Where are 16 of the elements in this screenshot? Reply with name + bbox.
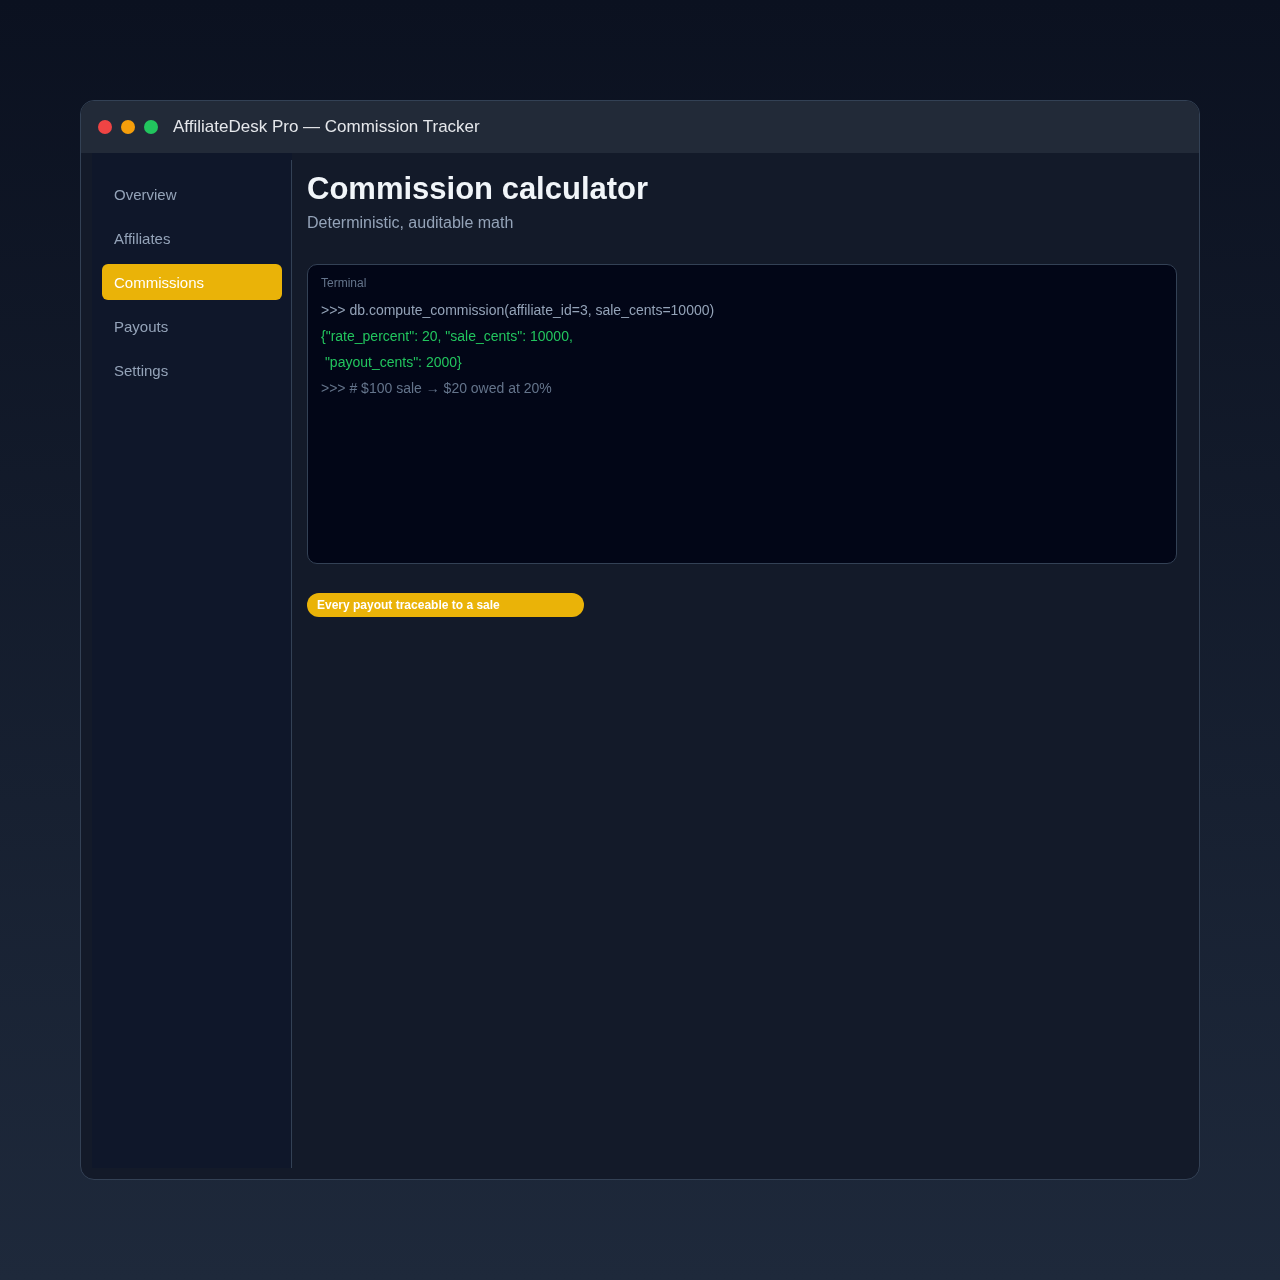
sidebar-item[interactable]: Payouts bbox=[102, 308, 282, 344]
minimize-icon[interactable] bbox=[121, 120, 135, 134]
maximize-icon[interactable] bbox=[144, 120, 158, 134]
sidebar-item[interactable]: Overview bbox=[102, 176, 282, 212]
terminal-output-line: {"rate_percent": 20, "sale_cents": 10000, bbox=[321, 327, 574, 346]
terminal-command-line: >>> db.compute_commission(affiliate_id=3, sale_cents=10000) bbox=[321, 301, 716, 320]
terminal-output-line: "payout_cents": 2000} bbox=[323, 353, 463, 372]
terminal-label: Terminal bbox=[321, 275, 368, 291]
info-badge: Every payout traceable to a sale bbox=[307, 593, 584, 617]
sidebar-item[interactable]: Affiliates bbox=[102, 220, 282, 256]
terminal-comment-line: >>> # $100 sale → $20 owed at 20% bbox=[321, 379, 553, 398]
window-title: AffiliateDesk Pro — Commission Tracker bbox=[173, 117, 480, 137]
page-subtitle: Deterministic, auditable math bbox=[307, 213, 515, 233]
sidebar-item[interactable]: Settings bbox=[102, 352, 282, 388]
close-icon[interactable] bbox=[98, 120, 112, 134]
page-title: Commission calculator bbox=[307, 171, 650, 207]
